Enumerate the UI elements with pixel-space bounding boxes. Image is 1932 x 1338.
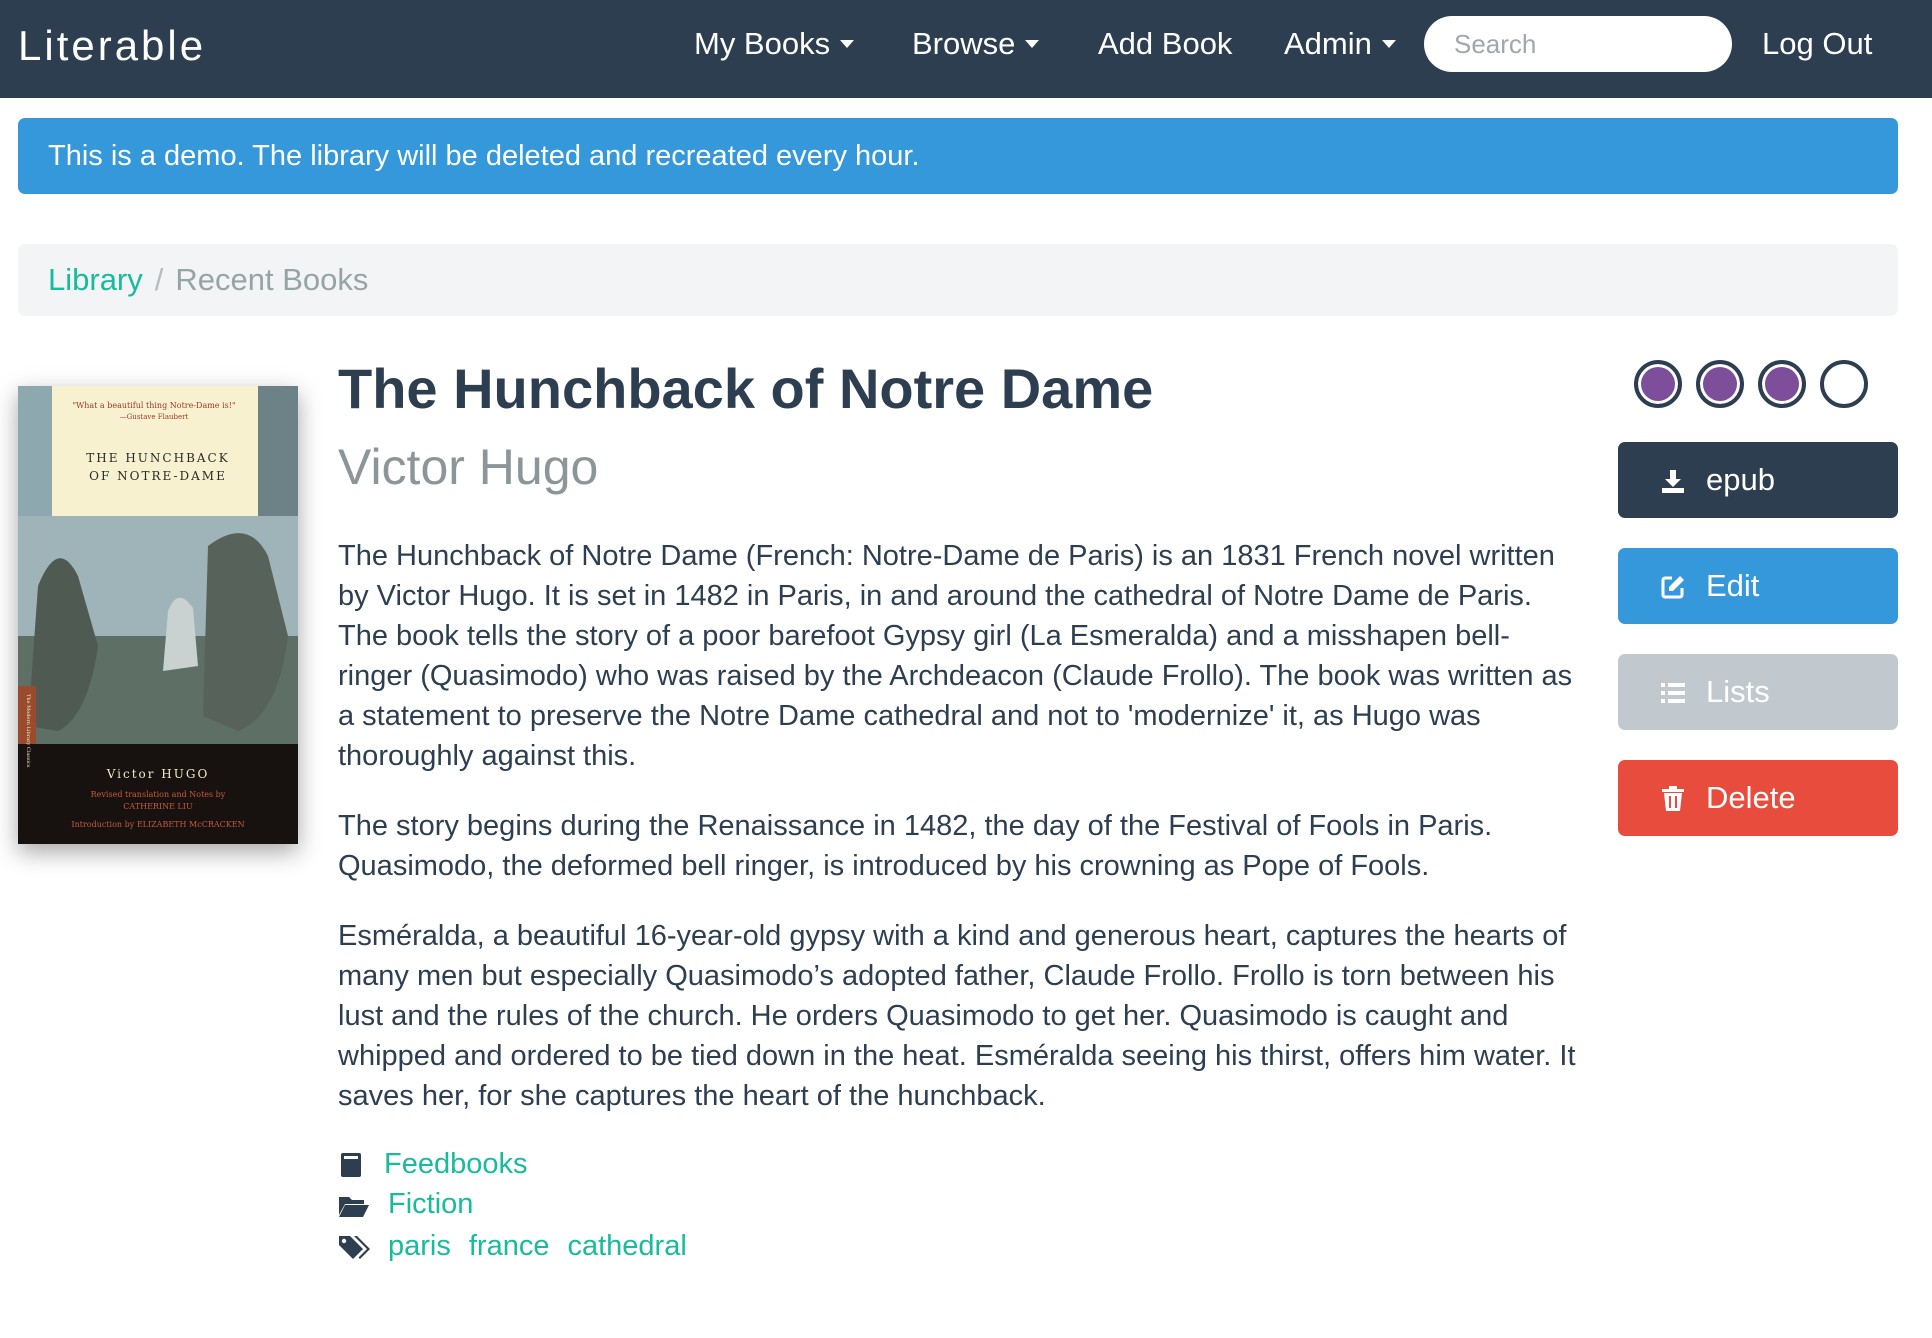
nav-add-book[interactable]: Add Book bbox=[1098, 26, 1232, 62]
cover-title-2: OF NOTRE-DAME bbox=[89, 469, 227, 483]
nav-my-books-dropdown[interactable]: My Books bbox=[694, 26, 855, 62]
source-link[interactable]: Feedbooks bbox=[384, 1148, 528, 1180]
cover-series: The Modern Library Classics bbox=[25, 694, 31, 768]
demo-alert-text: This is a demo. The library will be dele… bbox=[48, 140, 920, 172]
caret-down-icon bbox=[1381, 39, 1396, 48]
caret-down-icon bbox=[840, 39, 855, 48]
category-link[interactable]: Fiction bbox=[388, 1188, 473, 1220]
description-paragraph: The Hunchback of Notre Dame (French: Not… bbox=[338, 540, 1573, 772]
search-input[interactable] bbox=[1424, 16, 1732, 72]
edit-label: Edit bbox=[1706, 568, 1760, 603]
tags-icon bbox=[338, 1233, 370, 1269]
brand-logo[interactable]: Literable bbox=[18, 22, 206, 70]
tag-link[interactable]: france bbox=[469, 1230, 550, 1262]
cover-author: Victor HUGO bbox=[106, 767, 210, 781]
book-author[interactable]: Victor Hugo bbox=[338, 438, 598, 496]
delete-button[interactable]: Delete bbox=[1618, 760, 1898, 836]
rating-circle-filled[interactable] bbox=[1758, 360, 1806, 408]
nav-browse-label: Browse bbox=[912, 26, 1016, 61]
cover-title-1: THE HUNCHBACK bbox=[86, 451, 229, 465]
rating-circle-filled[interactable] bbox=[1696, 360, 1744, 408]
source-row: Feedbooks bbox=[338, 1148, 546, 1184]
cover-credit-1: Revised translation and Notes by bbox=[91, 790, 226, 799]
download-epub-button[interactable]: epub bbox=[1618, 442, 1898, 518]
cover-quote: "What a beautiful thing Notre-Dame is!" bbox=[72, 401, 235, 410]
breadcrumb-library-link[interactable]: Library bbox=[48, 262, 143, 297]
description-paragraph: Esméralda, a beautiful 16-year-old gypsy… bbox=[338, 920, 1576, 1112]
cover-credit-2: CATHERINE LIU bbox=[123, 802, 193, 811]
navbar: Literable My Books Browse Add Book Admin… bbox=[0, 0, 1932, 98]
description-paragraph: The story begins during the Renaissance … bbox=[338, 810, 1493, 882]
lists-button[interactable]: Lists bbox=[1618, 654, 1898, 730]
breadcrumb: Library / Recent Books bbox=[18, 244, 1898, 316]
cover-art: "What a beautiful thing Notre-Dame is!" … bbox=[18, 386, 298, 844]
trash-icon bbox=[1660, 784, 1686, 820]
breadcrumb-current: Recent Books bbox=[175, 262, 369, 297]
tag-link[interactable]: cathedral bbox=[567, 1230, 686, 1262]
tags-row: paris france cathedral bbox=[338, 1230, 705, 1266]
download-icon bbox=[1660, 466, 1686, 502]
folder-open-icon bbox=[338, 1191, 370, 1227]
cover-credit-3: Introduction by ELIZABETH McCRACKEN bbox=[71, 820, 244, 829]
rating-circle-filled[interactable] bbox=[1634, 360, 1682, 408]
breadcrumb-separator: / bbox=[154, 262, 164, 297]
book-icon bbox=[338, 1151, 364, 1187]
nav-browse-dropdown[interactable]: Browse bbox=[912, 26, 1040, 62]
edit-icon bbox=[1660, 572, 1686, 608]
epub-label: epub bbox=[1706, 462, 1775, 497]
nav-logout[interactable]: Log Out bbox=[1762, 26, 1872, 62]
lists-label: Lists bbox=[1706, 674, 1770, 709]
category-row: Fiction bbox=[338, 1188, 491, 1224]
list-icon bbox=[1660, 678, 1686, 714]
delete-label: Delete bbox=[1706, 780, 1796, 815]
nav-admin-label: Admin bbox=[1284, 26, 1372, 61]
book-title: The Hunchback of Notre Dame bbox=[338, 357, 1154, 420]
tag-link[interactable]: paris bbox=[388, 1230, 451, 1262]
edit-button[interactable]: Edit bbox=[1618, 548, 1898, 624]
rating-circle-empty[interactable] bbox=[1820, 360, 1868, 408]
demo-alert: This is a demo. The library will be dele… bbox=[18, 118, 1898, 194]
caret-down-icon bbox=[1025, 39, 1040, 48]
cover-quote-author: —Gustave Flaubert bbox=[120, 413, 189, 421]
nav-admin-dropdown[interactable]: Admin bbox=[1284, 26, 1396, 62]
nav-my-books-label: My Books bbox=[694, 26, 831, 61]
book-cover[interactable]: "What a beautiful thing Notre-Dame is!" … bbox=[18, 386, 298, 844]
